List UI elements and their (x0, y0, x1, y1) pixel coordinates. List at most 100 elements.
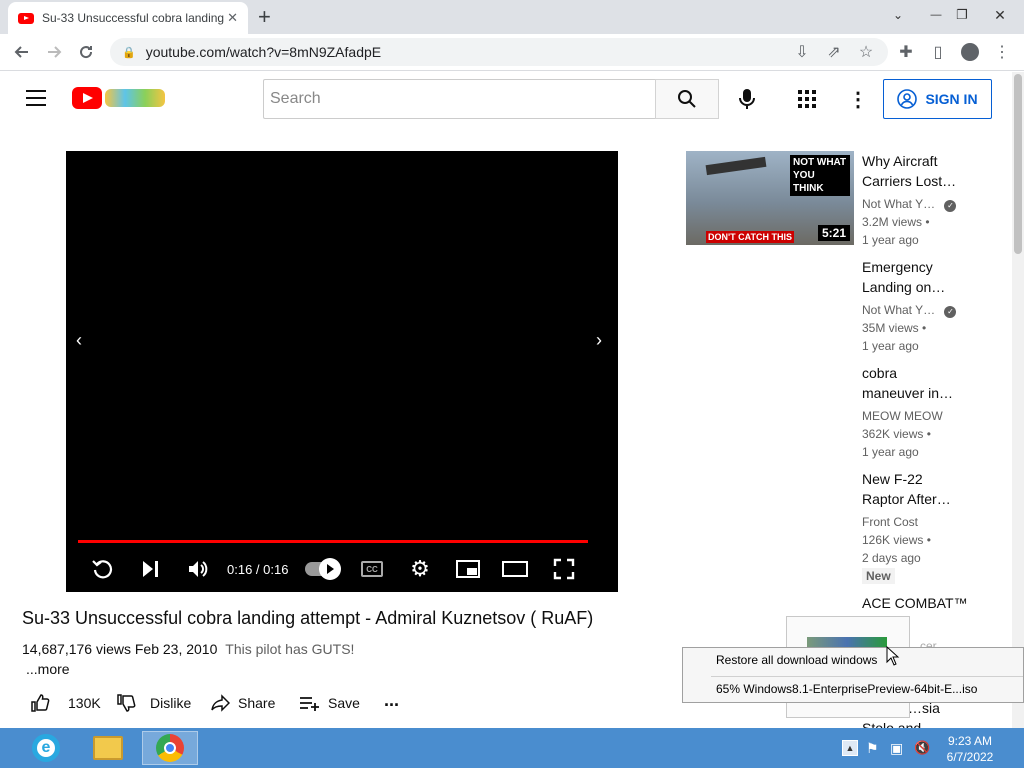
clock-date: 6/7/2022 (946, 750, 994, 764)
profile-avatar-icon[interactable] (958, 40, 982, 64)
extensions-icon[interactable]: ✚ (894, 40, 918, 64)
system-clock[interactable]: 9:23 AM 6/7/2022 (940, 733, 1000, 765)
microphone-icon[interactable] (736, 87, 758, 111)
share-button[interactable]: Share (210, 691, 275, 715)
share-page-icon[interactable]: ⇗ (822, 40, 846, 64)
account-icon (897, 89, 918, 109)
dislike-button[interactable]: Dislike (116, 691, 191, 715)
restore-button[interactable]: ❐ (946, 0, 978, 30)
flag-icon[interactable]: ⚑ (866, 740, 879, 757)
video-description: This pilot has GUTS! (225, 641, 355, 657)
show-hidden-icons[interactable]: ▲ (842, 740, 858, 756)
rec-item[interactable]: cobra maneuver in… MEOW MEOW 362K views … (862, 363, 962, 461)
rec-age: 2 days ago (862, 551, 921, 565)
jet-shape (705, 156, 767, 176)
install-icon[interactable]: ⇩ (790, 40, 814, 64)
scrollbar-thumb[interactable] (1014, 74, 1022, 254)
thumbs-down-icon (117, 694, 136, 712)
restore-downloads-item[interactable]: Restore all download windows (716, 653, 877, 667)
search-button[interactable] (655, 79, 719, 119)
tab-close-icon[interactable]: ✕ (227, 10, 238, 26)
theater-mode-icon[interactable] (502, 557, 528, 581)
thumb-caption-bottom: DON'T CATCH THIS (706, 231, 794, 243)
file-explorer-icon[interactable] (88, 731, 128, 765)
clock-time: 9:23 AM (947, 734, 993, 748)
save-button[interactable]: Save (298, 691, 360, 715)
like-count: 130K (68, 695, 101, 711)
url-text: youtube.com/watch?v=8mN9ZAfadpE (145, 44, 382, 60)
video-meta[interactable]: 14,687,176 views Feb 23, 2010 This pilot… (22, 641, 354, 657)
new-tab-button[interactable]: + (258, 4, 271, 30)
dislike-label: Dislike (150, 695, 192, 711)
search-input[interactable]: Search (263, 79, 656, 119)
autoplay-toggle[interactable] (304, 557, 341, 581)
volume-icon[interactable] (186, 557, 210, 581)
settings-menu-icon[interactable]: ⋮ (848, 87, 868, 112)
rec-item[interactable]: Emergency Landing on… Not What Y… ✓ 35M … (862, 257, 962, 355)
share-icon (211, 694, 230, 712)
sign-in-button[interactable]: SIGN IN (883, 79, 992, 119)
previous-chapter-icon[interactable]: ‹ (76, 330, 82, 351)
like-button[interactable]: 130K (30, 691, 101, 715)
video-title: Su-33 Unsuccessful cobra landing attempt… (22, 608, 594, 628)
rec-channel: Front Cost (862, 515, 919, 529)
popup-divider (711, 676, 1023, 677)
progress-bar[interactable] (78, 540, 588, 543)
rec-item[interactable]: New F-22 Raptor After… Front Cost 126K v… (862, 469, 962, 585)
video-player[interactable] (66, 151, 618, 592)
rec-age: 1 year ago (862, 445, 919, 459)
back-icon[interactable] (10, 40, 34, 64)
volume-muted-icon[interactable]: 🔇 (914, 740, 930, 756)
show-more-link[interactable]: ...more (26, 661, 70, 677)
rec-age: 1 year ago (862, 339, 919, 353)
thumbs-up-icon (31, 694, 50, 712)
browser-tab[interactable]: Su-33 Unsuccessful cobra landing attempt… (8, 2, 248, 34)
tab-title: Su-33 Unsuccessful cobra landing attempt (42, 11, 227, 25)
replay-icon[interactable] (90, 557, 114, 581)
next-chapter-icon[interactable]: › (596, 330, 602, 351)
rec-views: 3.2M views • (862, 215, 930, 229)
chrome-taskbar-icon[interactable] (142, 731, 198, 765)
download-progress-item[interactable]: 65% Windows8.1-EnterprisePreview-64bit-E… (716, 682, 977, 696)
rec-title: cobra maneuver in… (862, 365, 954, 401)
rec-channel: MEOW MEOW (862, 409, 943, 423)
rec-views: 35M views • (862, 321, 927, 335)
miniplayer-icon[interactable] (455, 557, 481, 581)
rec-item[interactable]: Why Aircraft Carriers Lost… Not What Y… … (862, 151, 962, 249)
more-actions-button[interactable]: ... (384, 688, 399, 712)
search-icon (678, 90, 696, 108)
forward-icon[interactable] (42, 40, 66, 64)
rec-partial-title-2: Stolo and (862, 720, 922, 728)
thumb-caption-top: NOT WHAT YOU THINK (790, 155, 850, 196)
close-window-button[interactable]: ✕ (984, 0, 1016, 30)
network-icon[interactable]: ▣ (890, 740, 903, 757)
hamburger-menu-icon[interactable] (26, 90, 46, 106)
verified-icon: ✓ (944, 200, 957, 212)
rec-channel: Not What Y… ✓ (862, 195, 962, 213)
reload-icon[interactable] (74, 40, 98, 64)
browser-menu-icon[interactable]: ⋮ (990, 40, 1014, 64)
lock-icon[interactable]: 🔒 (122, 46, 136, 59)
rec-thumbnail[interactable]: NOT WHAT YOU THINK DON'T CATCH THIS 5:21 (686, 151, 854, 245)
apps-grid-icon[interactable] (798, 90, 816, 108)
views-and-date: 14,687,176 views Feb 23, 2010 (22, 641, 218, 657)
next-video-icon[interactable] (138, 557, 162, 581)
youtube-favicon-icon (18, 12, 34, 24)
fullscreen-icon[interactable] (552, 557, 576, 581)
rec-views: 126K views • (862, 533, 931, 547)
internet-explorer-icon[interactable]: e (26, 731, 66, 765)
side-panel-icon[interactable]: ▯ (926, 40, 950, 64)
rec-age: 1 year ago (862, 233, 919, 247)
captions-icon[interactable]: CC (360, 557, 384, 581)
sign-in-label: SIGN IN (925, 91, 978, 107)
address-bar[interactable]: 🔒 youtube.com/watch?v=8mN9ZAfadpE (110, 38, 888, 66)
verified-icon: ✓ (944, 306, 957, 318)
bookmark-star-icon[interactable]: ☆ (854, 40, 878, 64)
rec-title: Emergency Landing on… (862, 259, 946, 295)
youtube-logo[interactable] (72, 87, 168, 109)
settings-gear-icon[interactable]: ⚙ (408, 556, 432, 581)
tab-search-icon[interactable]: ⌄ (882, 0, 914, 30)
video-duration: 5:21 (817, 225, 850, 241)
time-display: 0:16 / 0:16 (227, 561, 289, 577)
rec-views: 362K views • (862, 427, 931, 441)
